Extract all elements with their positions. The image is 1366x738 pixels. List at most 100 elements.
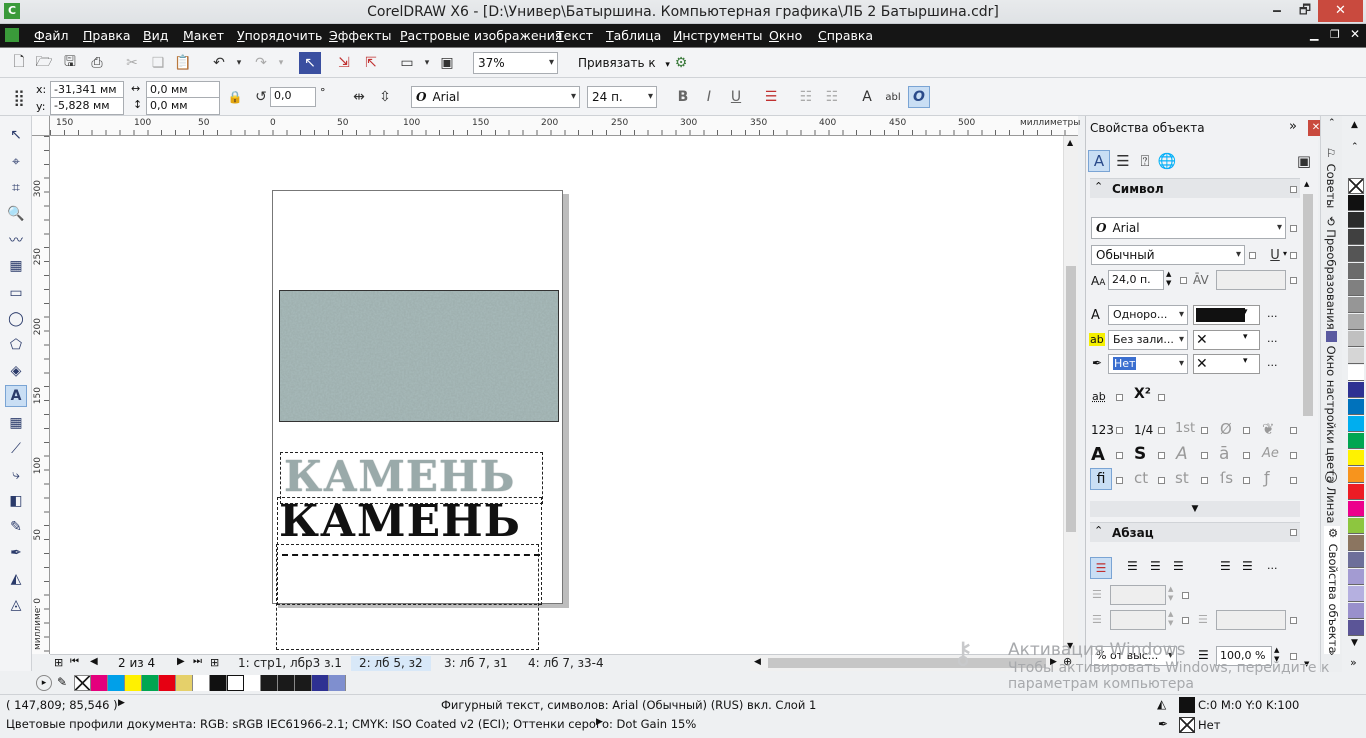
paragraph-section-header[interactable]: Абзац (1090, 522, 1300, 542)
right-indent-checkbox[interactable] (1290, 617, 1297, 624)
align-justify-icon[interactable]: ☰ (1220, 559, 1231, 573)
ordinal-checkbox[interactable] (1201, 427, 1208, 434)
doc-close-button[interactable]: ✕ (1350, 27, 1360, 41)
bg-color-button[interactable]: ✕ (1193, 330, 1260, 350)
alternate-icon[interactable]: Ae (1262, 446, 1279, 461)
left-indent-checkbox[interactable] (1182, 617, 1189, 624)
palette-scroll-down[interactable]: ▼ (1351, 638, 1358, 648)
palette-swatch[interactable] (1348, 518, 1364, 534)
ordinal-icon[interactable]: 1st (1175, 421, 1195, 436)
fraction-icon[interactable]: 1/4 (1134, 423, 1153, 437)
snap-to-button[interactable]: Привязать к ▾ (578, 56, 670, 70)
collapse-docker-icon[interactable]: » (1289, 119, 1297, 134)
palette-swatch[interactable] (1348, 569, 1364, 585)
swatch-7[interactable] (193, 675, 210, 691)
size-checkbox[interactable] (1180, 277, 1187, 284)
docker-scrollbar[interactable]: ▲ ▼ (1302, 178, 1314, 672)
text-frame-3[interactable] (276, 544, 539, 650)
palette-swatch[interactable] (1348, 399, 1364, 415)
character-tab-icon[interactable]: A (1088, 150, 1110, 172)
frame-tab-icon[interactable]: ⍰ (1134, 150, 1156, 172)
bullet-list-icon[interactable]: ☷ (795, 86, 817, 108)
swatch-14[interactable] (312, 675, 329, 691)
opentype-icon[interactable]: O (908, 86, 930, 108)
palette-swatch[interactable] (1348, 450, 1364, 466)
minimize-button[interactable]: 🗕 (1262, 0, 1292, 22)
menu-edit[interactable]: Правка (83, 28, 131, 43)
fill-more-button[interactable]: ... (1267, 307, 1278, 320)
palette-swatch[interactable] (1348, 603, 1364, 619)
eyedropper-icon[interactable]: ✎ (57, 675, 67, 689)
lock-ratio-icon[interactable]: 🔒 (224, 86, 246, 108)
docker-font-combo[interactable]: O Arial ▾ (1091, 217, 1286, 239)
align-more-button[interactable]: ... (1267, 559, 1278, 572)
alternate-checkbox[interactable] (1290, 452, 1297, 459)
align-force-icon[interactable]: ☰ (1242, 559, 1253, 573)
palette-swatch[interactable] (1348, 314, 1364, 330)
palette-swatch[interactable] (1348, 348, 1364, 364)
swatch-4[interactable] (142, 675, 159, 691)
blend-tool-icon[interactable]: ◧ (5, 490, 27, 512)
palette-swatch[interactable] (1348, 382, 1364, 398)
internet-tab-icon[interactable]: 🌐 (1156, 150, 1178, 172)
palette-scroll-up[interactable]: ▲ (1351, 120, 1358, 130)
character-section-header[interactable]: Символ (1090, 178, 1300, 198)
align-icon[interactable]: ☰ (760, 86, 782, 108)
slashed-zero-icon[interactable]: Ø (1220, 420, 1232, 438)
palette-swatch[interactable] (1348, 212, 1364, 228)
font-list-combo[interactable]: O Arial ▾ (411, 86, 580, 108)
cut-icon[interactable]: ✂ (121, 52, 143, 74)
outline-pen-icon[interactable]: ✒ (5, 542, 27, 564)
doc-restore-button[interactable]: ❐ (1330, 28, 1340, 41)
palette-swatch[interactable] (1348, 263, 1364, 279)
palette-swatch[interactable] (1348, 331, 1364, 347)
tab-transformations[interactable]: ⟲ Преобразования (1324, 216, 1338, 330)
menu-window[interactable]: Окно (769, 28, 802, 43)
font-checkbox[interactable] (1290, 225, 1297, 232)
first-indent-field[interactable] (1110, 585, 1166, 605)
copy-icon[interactable]: ❏ (147, 52, 169, 74)
palette-menu-icon[interactable]: ⌃ (1351, 142, 1359, 152)
style-checkbox[interactable] (1249, 252, 1256, 259)
maximize-button[interactable]: 🗗 (1290, 0, 1320, 22)
palette-swatch[interactable] (1348, 229, 1364, 245)
palette-swatch[interactable] (1348, 620, 1364, 636)
status-expand-arrow[interactable]: ▶ (118, 698, 125, 708)
swash-a-icon[interactable]: A (1176, 444, 1188, 464)
bg-color-dropdown[interactable]: ▾ (1243, 332, 1248, 342)
search-content-icon[interactable]: ↖ (299, 52, 321, 74)
last-page-icon[interactable]: ⏭ (193, 656, 202, 667)
tab-object-properties[interactable]: ⚙ Свойства объекта (1324, 526, 1340, 654)
ligature-st-icon[interactable]: st (1175, 469, 1189, 487)
collapse-up-icon[interactable]: ⌃ (1094, 524, 1103, 537)
menu-view[interactable]: Вид (143, 28, 168, 43)
ornament-checkbox[interactable] (1290, 427, 1297, 434)
tabs-scroll-up[interactable]: ⌃ (1328, 118, 1336, 128)
paragraph-checkbox[interactable] (1290, 529, 1297, 536)
edit-text-icon[interactable]: abl (882, 86, 904, 108)
scroll-up-arrow[interactable]: ▲ (1067, 138, 1073, 147)
palette-swatch[interactable] (1348, 246, 1364, 262)
first-page-icon[interactable]: ⏮ (70, 656, 79, 667)
palette-swatch[interactable] (1348, 484, 1364, 500)
menu-layout[interactable]: Макет (183, 28, 224, 43)
table-tool-icon[interactable]: ▦ (5, 412, 27, 434)
bg-type-combo[interactable]: Без зали... ▾ (1108, 330, 1188, 350)
paste-icon[interactable]: 📋 (172, 52, 194, 74)
titling-checkbox[interactable] (1116, 452, 1123, 459)
prev-page-icon[interactable]: ◀ (90, 656, 98, 667)
kerning-checkbox[interactable] (1290, 277, 1297, 284)
section-checkbox[interactable] (1290, 186, 1297, 193)
align-right-icon[interactable]: ☰ (1173, 559, 1184, 573)
fill-color-dropdown[interactable]: ▾ (1243, 307, 1248, 317)
menu-help[interactable]: Справка (818, 28, 873, 43)
mirror-horizontal-icon[interactable]: ⇹ (348, 86, 370, 108)
fill-type-combo[interactable]: Одноро... ▾ (1108, 305, 1188, 325)
smart-fill-icon[interactable]: ▦ (5, 255, 27, 277)
palette-none-swatch[interactable] (1348, 178, 1364, 194)
horizontal-ruler[interactable]: 150 100 50 0 50 100 150 200 250 300 350 … (50, 116, 1080, 136)
palette-swatch[interactable] (1348, 416, 1364, 432)
textured-text[interactable]: КАМЕНЬ (284, 452, 515, 501)
dimension-tool-icon[interactable]: ⟋ (5, 438, 27, 460)
menu-arrange[interactable]: Упорядочить (237, 28, 322, 43)
